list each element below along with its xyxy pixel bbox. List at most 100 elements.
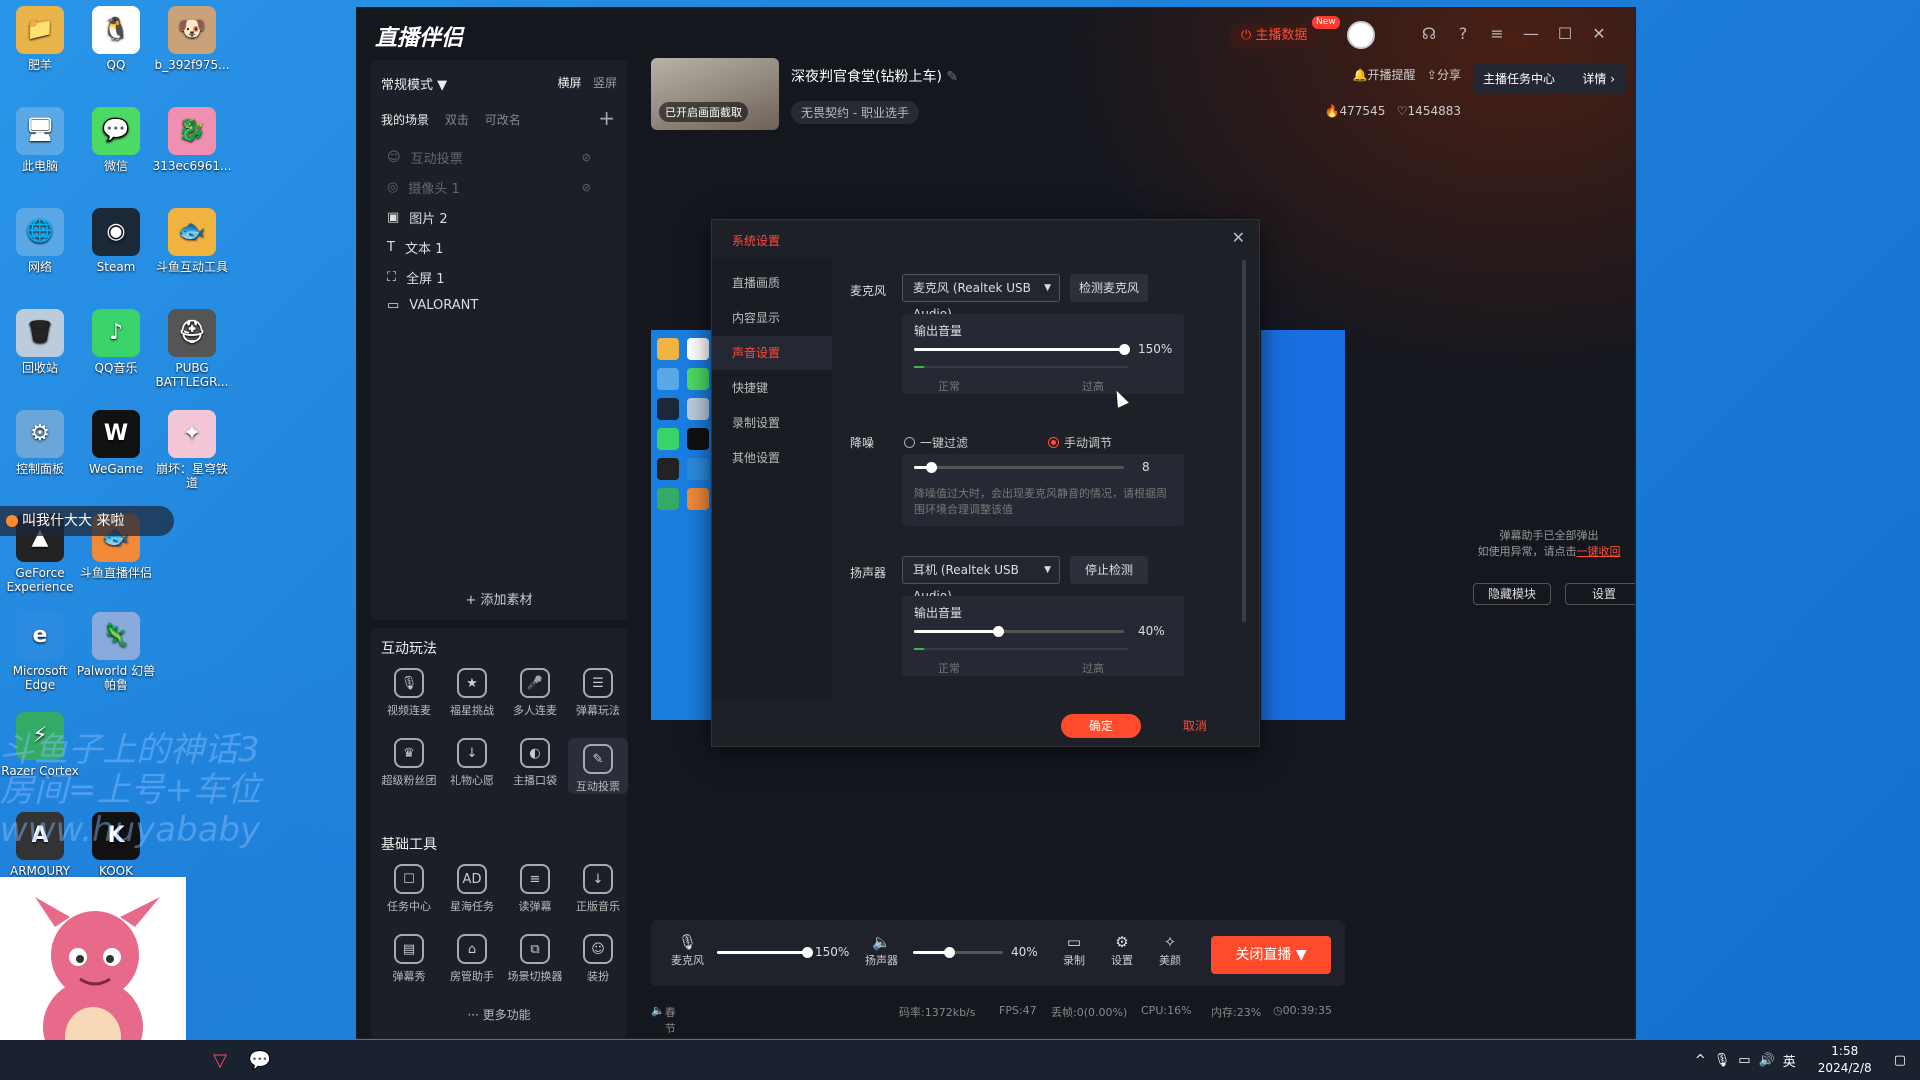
tool-interactive-5[interactable]: ↓ 礼物心愿 [442, 738, 502, 788]
noise-option-manual[interactable]: 手动调节 [1048, 434, 1112, 451]
microphone-icon[interactable]: 🎙 [1714, 1053, 1731, 1068]
network-icon[interactable]: ▭ [1738, 1053, 1750, 1068]
mode-select[interactable]: 常规模式 ▼ [381, 74, 447, 93]
desktop-icon[interactable]: 🗑 回收站 [0, 309, 80, 375]
clock[interactable]: 1:58 2024/2/8 [1804, 1043, 1886, 1077]
slider-knob[interactable] [944, 947, 955, 958]
speaker-output-slider[interactable] [914, 626, 1124, 637]
tool-basic-7[interactable]: ☺ 装扮 [568, 934, 628, 984]
slider-knob[interactable] [925, 462, 937, 473]
scene-source-item[interactable]: ▭ VALORANT [387, 298, 607, 313]
desktop-icon[interactable]: 🌐 网络 [0, 208, 80, 274]
desktop-icon[interactable]: e Microsoft Edge [0, 612, 80, 692]
mic-control[interactable]: 🎙 麦克风 [671, 932, 704, 968]
tab-landscape[interactable]: 横屏 [558, 76, 582, 90]
desktop-icon[interactable]: ⛑ PUBG BATTLEGR... [152, 309, 232, 389]
tab-portrait[interactable]: 竖屏 [593, 76, 617, 90]
close-icon[interactable]: ✕ [1232, 228, 1245, 247]
desktop-icon[interactable]: 🦎 Palworld 幻兽帕鲁 [76, 612, 156, 692]
recall-link[interactable]: 一键收回 [1577, 545, 1621, 558]
livestudio-taskbar-icon[interactable]: ▽ [200, 1040, 240, 1080]
scene-source-item[interactable]: T 文本 1 [387, 238, 607, 257]
tool-interactive-0[interactable]: 🎙 视频连麦 [379, 668, 439, 718]
speaker-control[interactable]: 🔈 扬声器 [865, 932, 898, 968]
eye-off-icon[interactable]: ⊘ [582, 151, 591, 164]
danmu-settings-button[interactable]: 设置 [1565, 583, 1635, 605]
mic-output-slider[interactable] [914, 344, 1130, 355]
slider-knob[interactable] [1119, 344, 1130, 355]
room-title[interactable]: 深夜判官食堂(钻粉上车) ✎ [791, 66, 958, 86]
tool-interactive-1[interactable]: ★ 福星挑战 [442, 668, 502, 718]
live-remind-button[interactable]: 开播提醒 [1367, 68, 1415, 82]
minimize-icon[interactable]: — [1521, 24, 1541, 43]
tool-basic-5[interactable]: ⌂ 房管助手 [442, 934, 502, 984]
record-button[interactable]: ▭ 录制 [1063, 932, 1085, 968]
task-center-detail[interactable]: 详情 › [1582, 64, 1615, 94]
wechat-taskbar-icon[interactable]: 💬 [240, 1040, 280, 1080]
stop-test-button[interactable]: 停止检测 [1070, 556, 1148, 584]
add-scene-button[interactable]: + [598, 106, 615, 130]
tool-interactive-7[interactable]: ✎ 互动投票 [568, 738, 628, 794]
headset-icon[interactable]: ☊ [1419, 24, 1439, 43]
tool-basic-2[interactable]: ≡ 读弹幕 [505, 864, 565, 914]
add-material-button[interactable]: + 添加素材 [371, 589, 627, 608]
settings-button[interactable]: ⚙ 设置 [1111, 932, 1133, 968]
edit-icon[interactable]: ✎ [946, 69, 958, 85]
tool-basic-1[interactable]: AD 星海任务 [442, 864, 502, 914]
eye-off-icon[interactable]: ⊘ [582, 181, 591, 194]
dialog-scrollbar[interactable] [1242, 260, 1246, 622]
scene-source-item[interactable]: ◎ 摄像头 1 ⊘ [387, 178, 607, 197]
desktop-icon[interactable]: 🐉 313ec6961... [152, 107, 232, 173]
desktop-icon[interactable]: 🐟 斗鱼互动工具 [152, 208, 232, 274]
help-icon[interactable]: ? [1453, 24, 1473, 43]
desktop-icon[interactable]: 🖥 此电脑 [0, 107, 80, 173]
menu-icon[interactable]: ≡ [1487, 24, 1507, 43]
mic-volume-slider[interactable] [717, 947, 813, 958]
settings-nav-item[interactable]: 直播画质 [712, 266, 832, 300]
desktop-icon[interactable]: ◉ Steam [76, 208, 156, 274]
room-category[interactable]: 无畏契约 - 职业选手 [791, 101, 919, 124]
avatar[interactable] [1347, 21, 1375, 49]
settings-nav-item[interactable]: 快捷键 [712, 371, 832, 405]
tool-interactive-3[interactable]: ☰ 弹幕玩法 [568, 668, 628, 718]
notification-icon[interactable]: ▢ [1894, 1053, 1906, 1068]
chevron-up-icon[interactable]: ^ [1695, 1053, 1706, 1068]
confirm-button[interactable]: 确定 [1061, 714, 1141, 738]
desktop-icon[interactable]: W WeGame [76, 410, 156, 476]
settings-nav-item[interactable]: 内容显示 [712, 301, 832, 335]
tab-my-scene[interactable]: 我的场景 [381, 113, 429, 127]
desktop-icon[interactable]: ✦ 崩坏：星穹铁道 [152, 410, 232, 490]
cancel-button[interactable]: 取消 [1155, 714, 1235, 738]
room-thumbnail[interactable]: 已开启画面截取 [651, 58, 779, 130]
volume-icon[interactable]: 🔊 [1759, 1053, 1775, 1068]
slider-knob[interactable] [802, 947, 813, 958]
tool-interactive-2[interactable]: 🎤 多人连麦 [505, 668, 565, 718]
tool-basic-3[interactable]: ↓ 正版音乐 [568, 864, 628, 914]
desktop-icon[interactable]: ♪ QQ音乐 [76, 309, 156, 375]
task-center-bar[interactable]: 主播任务中心 详情 › [1473, 64, 1625, 94]
share-button[interactable]: 分享 [1437, 68, 1461, 82]
anchor-data-button[interactable]: ⏻ 主播数据 [1229, 23, 1320, 49]
slider-knob[interactable] [993, 626, 1004, 637]
tool-basic-6[interactable]: ⧉ 场景切换器 [505, 934, 565, 984]
desktop-icon[interactable]: 🐶 b_392f975... [152, 6, 232, 72]
desktop-icon[interactable]: 📁 肥羊 [0, 6, 80, 72]
settings-nav-item[interactable]: 声音设置 [712, 336, 832, 370]
promo-link[interactable]: 🔈 春节福袋主播福利 [651, 1004, 676, 1035]
noise-option-auto[interactable]: 一键过滤 [904, 434, 968, 451]
ime-indicator[interactable]: 英 [1783, 1051, 1796, 1070]
noise-slider[interactable] [914, 462, 1124, 473]
close-icon[interactable]: ✕ [1589, 24, 1609, 43]
tool-basic-0[interactable]: ☐ 任务中心 [379, 864, 439, 914]
scene-source-item[interactable]: ⛶ 全屏 1 [387, 268, 607, 287]
desktop-icon[interactable]: 💬 微信 [76, 107, 156, 173]
hide-module-button[interactable]: 隐藏模块 [1473, 583, 1551, 605]
mic-device-select[interactable]: 麦克风 (Realtek USB Audio)▼ [902, 274, 1060, 321]
test-mic-button[interactable]: 检测麦克风 [1070, 274, 1148, 302]
speaker-volume-slider[interactable] [913, 947, 1003, 958]
beauty-button[interactable]: ✧ 美颜 [1159, 932, 1181, 968]
maximize-icon[interactable]: ☐ [1555, 24, 1575, 43]
tool-interactive-6[interactable]: ◐ 主播口袋 [505, 738, 565, 788]
close-live-button[interactable]: 关闭直播 ▼ [1211, 936, 1331, 974]
desktop-icon[interactable]: ⚙ 控制面板 [0, 410, 80, 476]
